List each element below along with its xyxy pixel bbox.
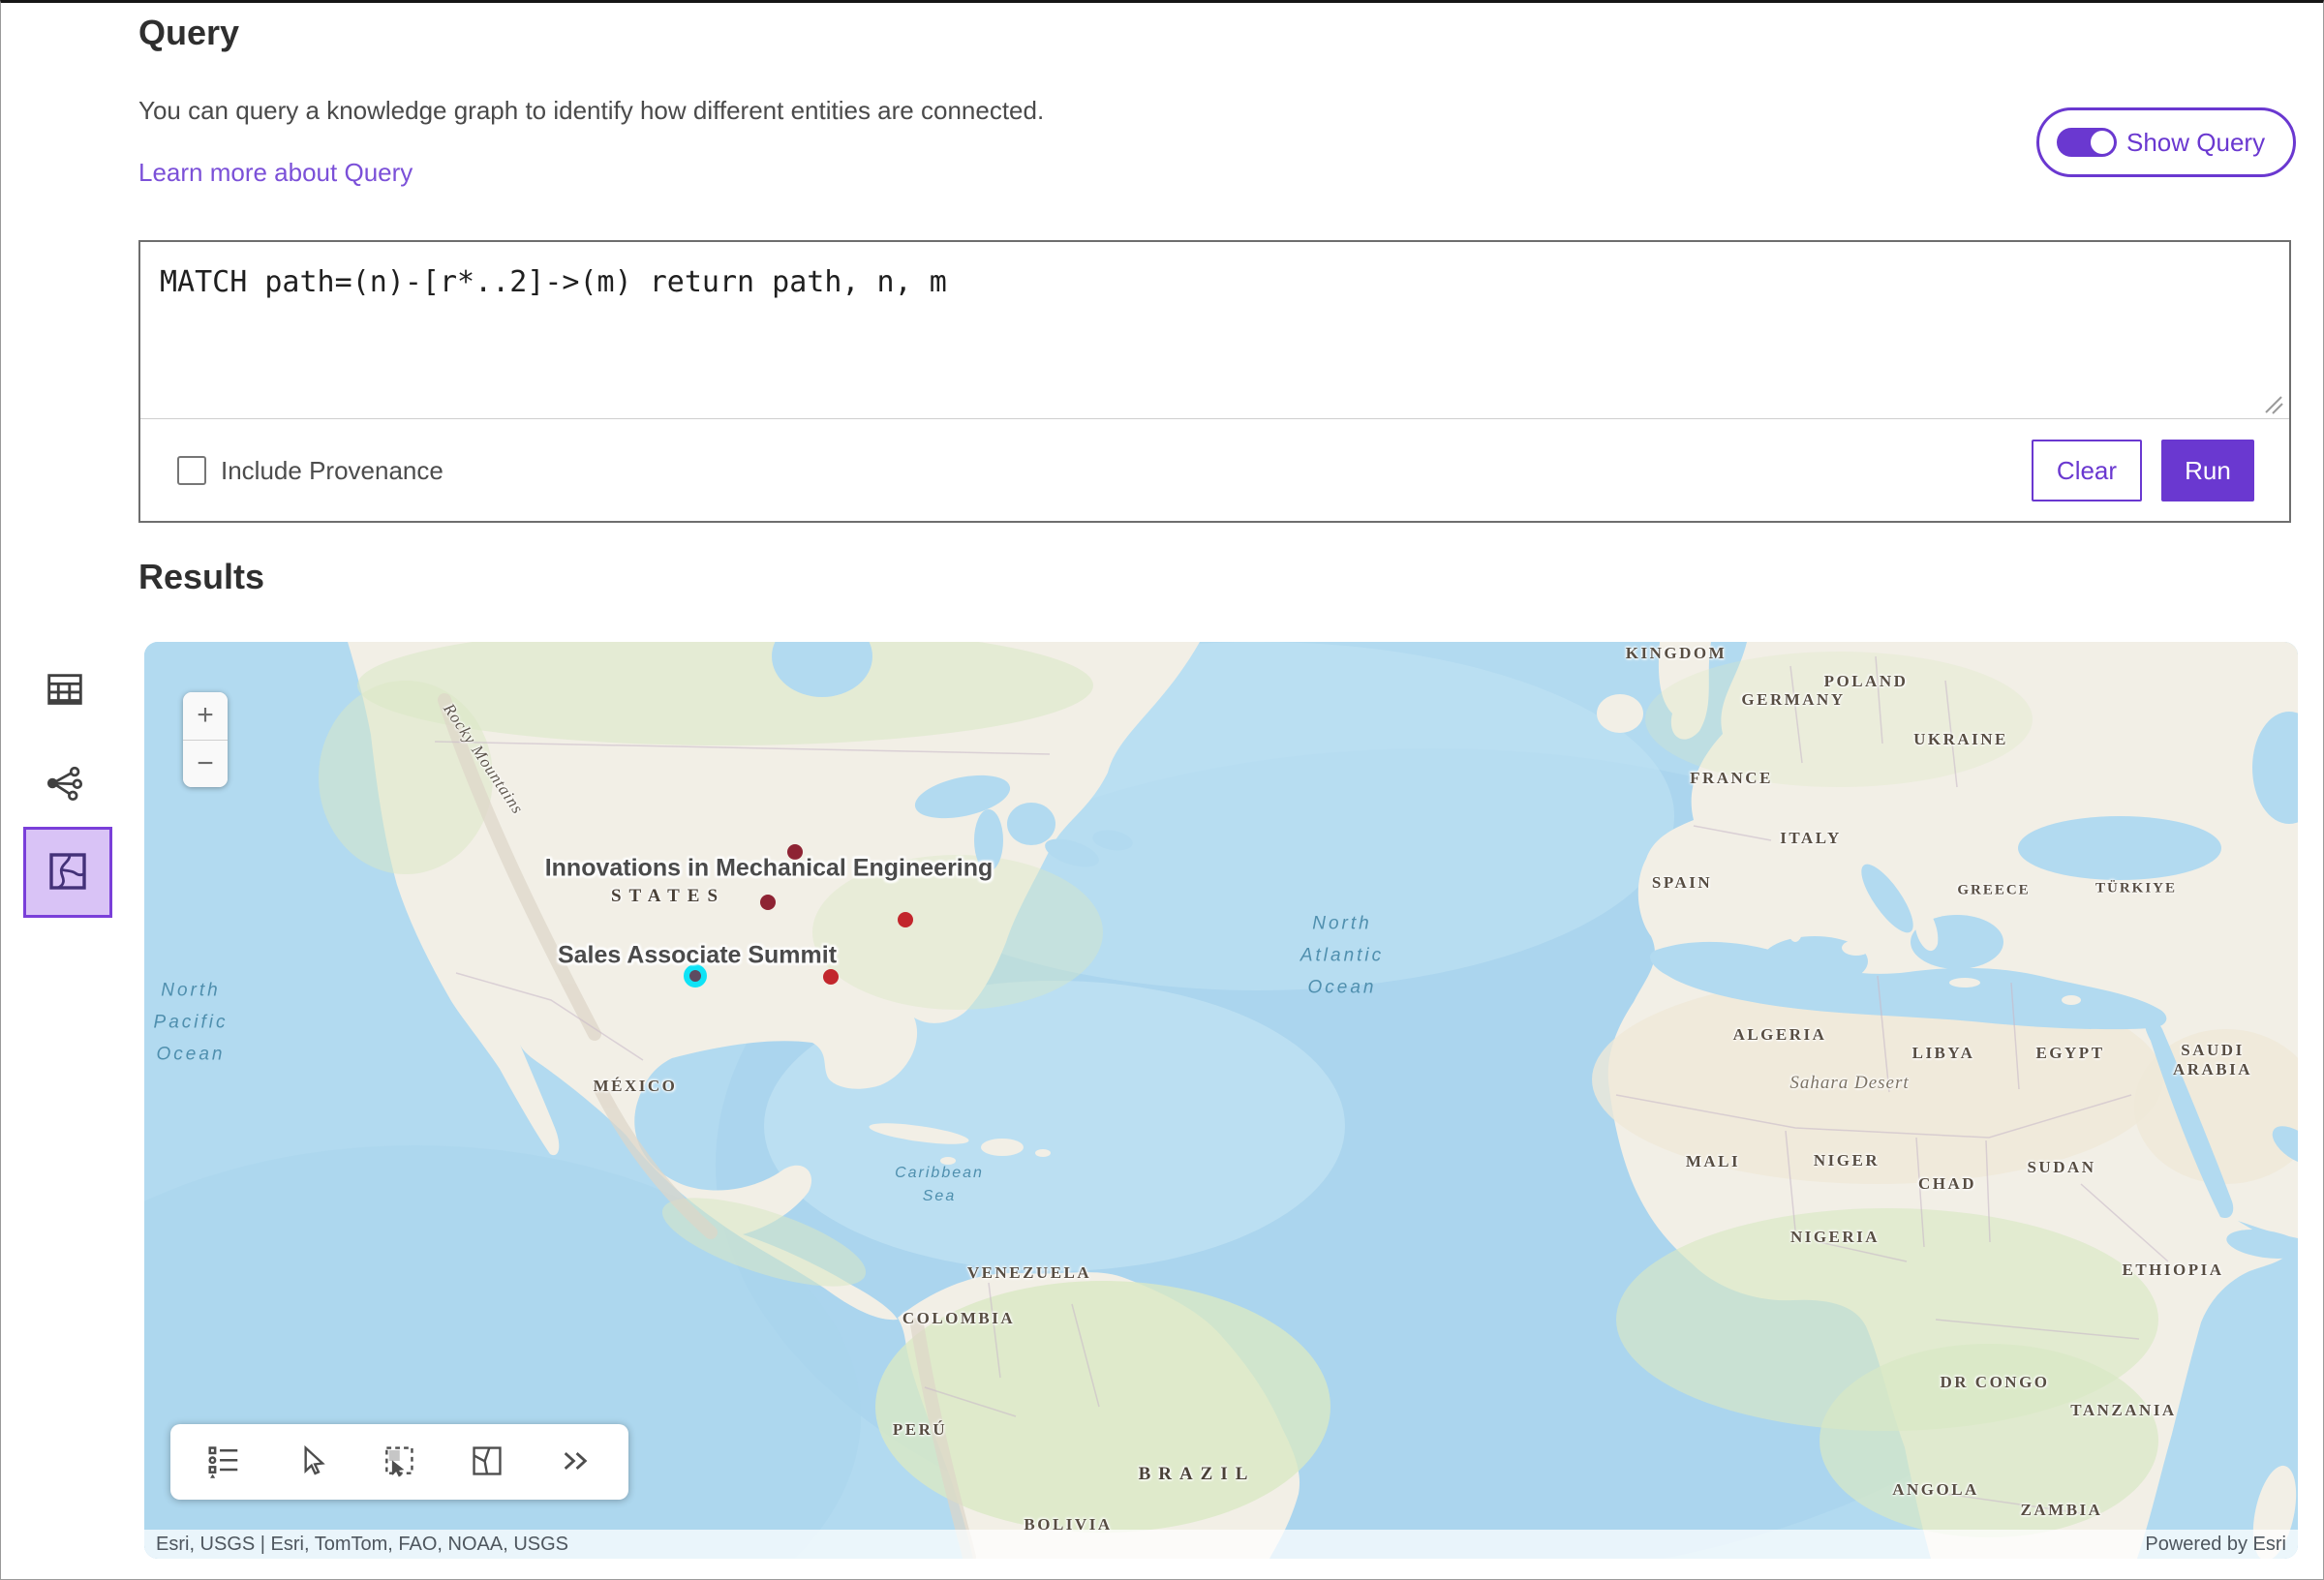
map-label: TANZANIA	[2070, 1401, 2176, 1420]
query-page: Query You can query a knowledge graph to…	[0, 0, 2324, 1580]
map-label: ALGERIA	[1733, 1025, 1827, 1045]
view-map-button-selected[interactable]	[23, 827, 112, 918]
results-map[interactable]: KINGDOM POLANDGERMANY UKRAINE FRANCE ITALY SP…	[144, 642, 2298, 1559]
page-title: Query	[138, 13, 239, 53]
zoom-out-button[interactable]: −	[183, 740, 228, 788]
map-label: VENEZUELA	[967, 1263, 1091, 1283]
show-query-toggle[interactable]: Show Query	[2036, 107, 2296, 177]
map-label: COLOMBIA	[902, 1309, 1015, 1328]
learn-more-link[interactable]: Learn more about Query	[138, 158, 413, 188]
map-toolbar	[170, 1424, 628, 1500]
map-label: DR CONGO	[1940, 1373, 2049, 1392]
query-panel: MATCH path=(n)-[r*..2]->(m) return path,…	[138, 240, 2291, 523]
attribution-text: Esri, USGS | Esri, TomTom, FAO, NOAA, US…	[156, 1534, 568, 1556]
include-provenance-checkbox[interactable]	[177, 456, 206, 485]
toggle-switch-icon[interactable]	[2057, 128, 2117, 157]
map-point-entity[interactable]	[898, 912, 913, 927]
map-label: Caribbean Sea	[895, 1162, 984, 1208]
map-label: TÜRKIYE	[2095, 881, 2177, 897]
map-label: PERÚ	[893, 1420, 947, 1440]
map-label: ANGOLA	[1892, 1480, 1979, 1500]
map-point-selected-entity[interactable]	[684, 964, 707, 988]
page-description: You can query a knowledge graph to ident…	[138, 96, 1044, 126]
map-point-entity[interactable]	[823, 969, 839, 985]
map-label: STATES	[611, 886, 725, 907]
map-label: SPAIN	[1652, 873, 1712, 893]
link-chart-icon	[44, 762, 86, 807]
map-label: MALI	[1686, 1152, 1740, 1171]
map-label: GREECE	[1957, 883, 2030, 899]
cursor-icon	[293, 1443, 330, 1482]
clear-button[interactable]: Clear	[2032, 440, 2142, 501]
map-label: CHAD	[1918, 1174, 1976, 1194]
map-label: NIGERIA	[1790, 1228, 1880, 1247]
map-label: LIBYA	[1912, 1044, 1975, 1063]
include-provenance-label: Include Provenance	[221, 456, 443, 486]
map-label: UKRAINE	[1913, 730, 2008, 749]
map-label: SUDAN	[2027, 1158, 2095, 1177]
query-input[interactable]: MATCH path=(n)-[r*..2]->(m) return path,…	[140, 242, 2289, 419]
map-label: NIGER	[1814, 1151, 1880, 1170]
select-by-rectangle-button[interactable]	[378, 1441, 420, 1483]
view-link-chart-button[interactable]	[38, 757, 92, 811]
map-zoom-control: + −	[183, 692, 228, 787]
more-tools-button[interactable]	[554, 1441, 596, 1483]
map-label: North Atlantic Ocean	[1300, 908, 1384, 1004]
legend-icon	[205, 1443, 242, 1482]
map-attribution: Esri, USGS | Esri, TomTom, FAO, NOAA, US…	[144, 1530, 2298, 1559]
map-label: GERMANY	[1741, 690, 1845, 710]
map-label: KINGDOM	[1626, 644, 1727, 663]
map-annotation-layer: KINGDOM POLANDGERMANY UKRAINE FRANCE ITALY SP…	[144, 642, 2298, 1559]
run-button[interactable]: Run	[2161, 440, 2254, 501]
map-point-entity[interactable]	[760, 895, 776, 910]
results-title: Results	[138, 557, 264, 597]
select-rectangle-icon	[381, 1443, 417, 1482]
map-label: ETHIOPIA	[2122, 1261, 2223, 1280]
map-icon	[45, 848, 91, 897]
query-panel-footer: Include Provenance Clear Run	[140, 420, 2289, 521]
map-label: EGYPT	[2035, 1044, 2104, 1063]
map-label: ZAMBIA	[2021, 1501, 2103, 1520]
map-label: FRANCE	[1690, 769, 1773, 788]
map-label: POLAND	[1824, 672, 1909, 691]
zoom-in-button[interactable]: +	[183, 692, 228, 740]
select-polygon-icon	[469, 1443, 505, 1482]
map-label: ITALY	[1780, 829, 1842, 848]
select-by-polygon-button[interactable]	[466, 1441, 508, 1483]
map-label: Rocky Mountains	[439, 700, 527, 818]
map-label: MÉXICO	[594, 1077, 678, 1096]
view-table-button[interactable]	[38, 663, 92, 717]
powered-by-text: Powered by Esri	[2145, 1534, 2286, 1556]
toggle-knob	[2091, 131, 2114, 154]
map-point-entity[interactable]	[787, 844, 803, 860]
table-icon	[43, 667, 87, 714]
map-label: BRAZIL	[1139, 1464, 1256, 1485]
map-label: SAUDI ARABIA	[2173, 1041, 2252, 1079]
map-label: Sahara Desert	[1789, 1073, 1909, 1094]
resize-handle-icon[interactable]	[2260, 391, 2285, 416]
legend-tool-button[interactable]	[202, 1441, 245, 1483]
map-label: North Pacific Ocean	[154, 975, 229, 1071]
map-entity-label: Innovations in Mechanical Engineering	[545, 855, 994, 883]
select-tool-button[interactable]	[290, 1441, 333, 1483]
show-query-label: Show Query	[2126, 128, 2265, 158]
double-chevron-right-icon	[557, 1443, 594, 1482]
